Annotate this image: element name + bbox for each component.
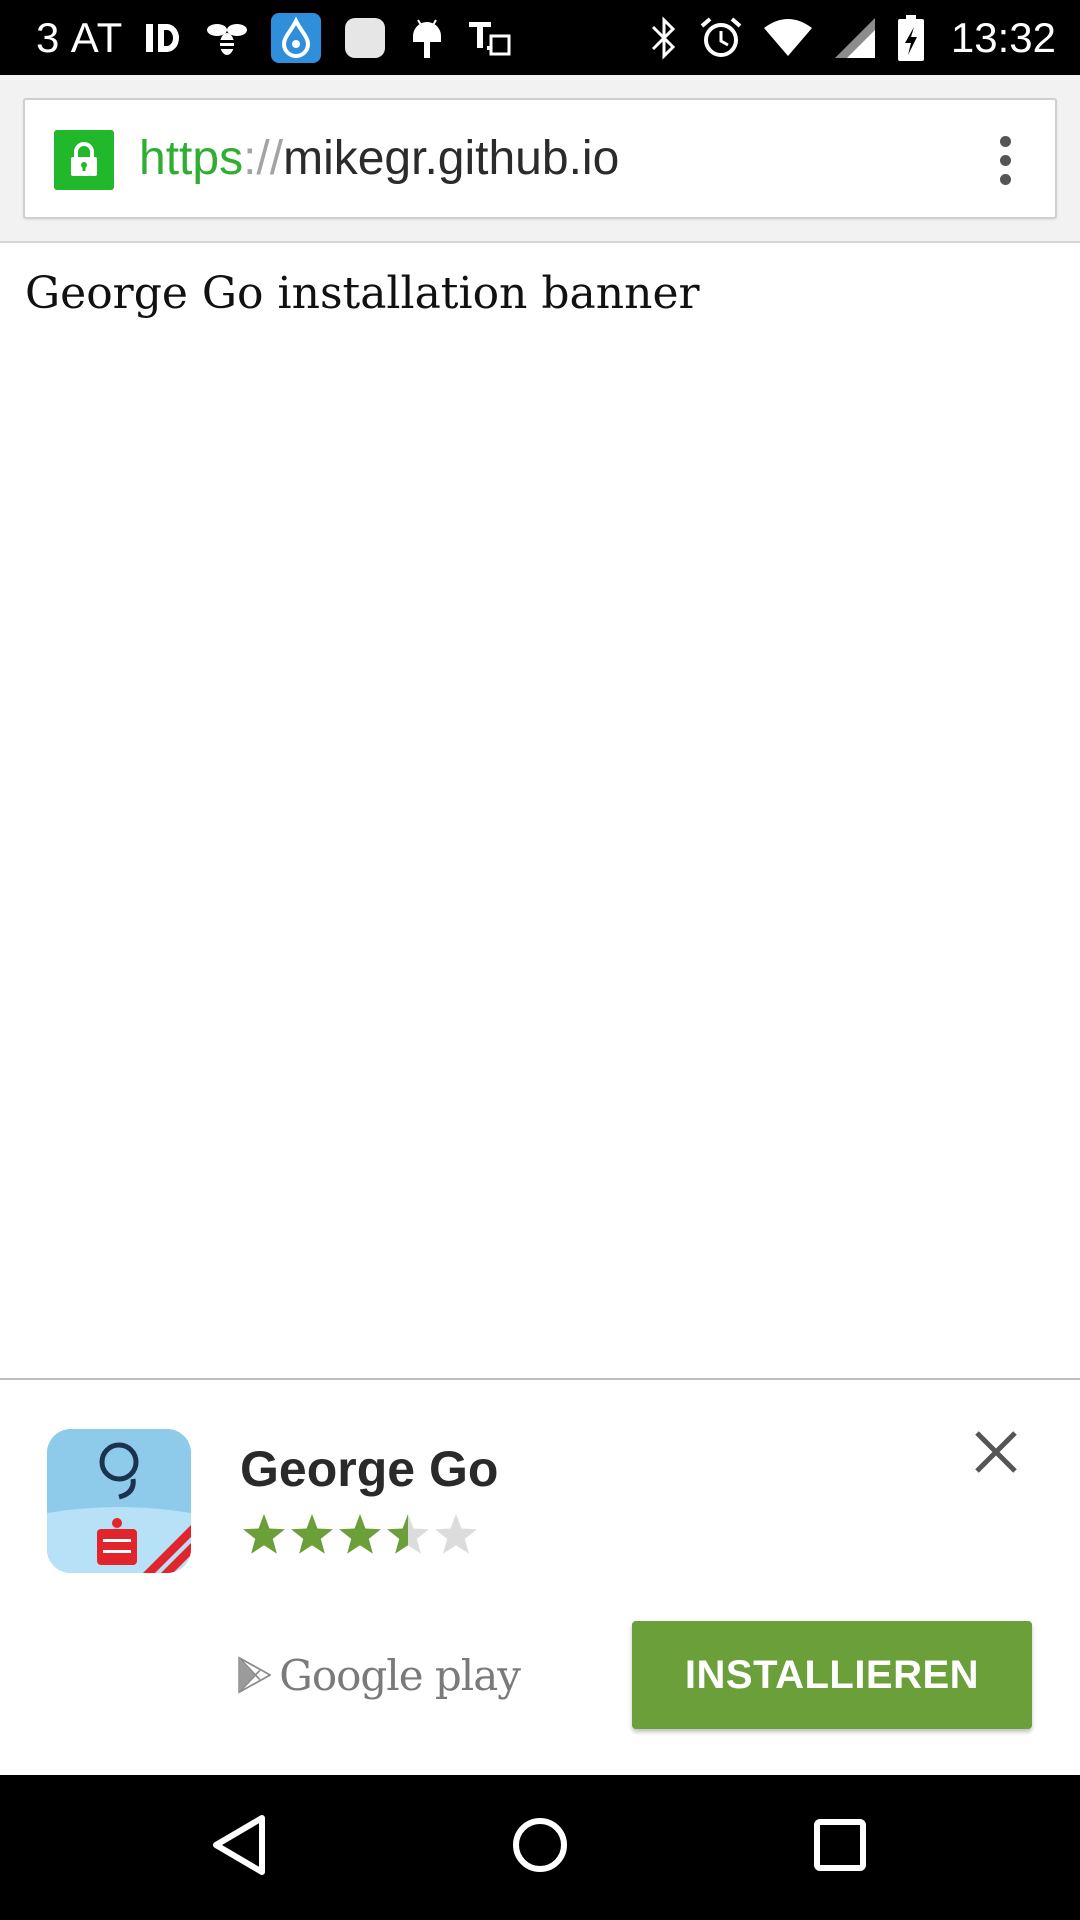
lock-icon[interactable] [54,130,114,190]
water-drop-app-icon [271,12,322,63]
status-bar-clock: 13:32 [950,13,1056,61]
app-install-banner: George Go Google play INSTALLIEREN [0,1378,1080,1775]
back-button[interactable] [190,1795,290,1895]
url-scheme: https [139,132,244,185]
signal-icon [833,16,877,60]
blank-app-icon [343,16,387,60]
google-play-icon [238,1656,272,1694]
bee-icon [205,18,249,58]
navigation-bar [0,1775,1080,1920]
browser-toolbar: https://mikegr.github.io [0,75,1080,243]
android-icon [409,16,445,60]
battery-charging-icon [897,14,925,61]
bluetooth-icon [649,15,679,61]
recents-icon [814,1819,866,1871]
star-icon [243,1514,285,1554]
close-icon [975,1431,1017,1473]
google-play-logo: Google play [238,1640,521,1710]
alarm-icon [699,16,743,60]
id-icon [145,20,183,56]
menu-dot [999,173,1011,185]
status-bar: 3 AT 13:32 [0,0,1080,75]
star-icon [435,1514,477,1554]
menu-dot [999,154,1011,166]
google-play-label: Google play [279,1650,521,1700]
back-icon [213,1815,265,1875]
recents-button[interactable] [790,1795,890,1895]
url-bar[interactable]: https://mikegr.github.io [23,98,1057,219]
carrier-label: 3 AT [36,13,124,61]
star-icon [339,1514,381,1554]
status-bar-right: 13:32 [649,0,1056,75]
star-icon [387,1514,429,1554]
url-separator: :// [243,132,284,185]
install-button[interactable]: INSTALLIEREN [632,1621,1032,1729]
app-icon [47,1429,191,1573]
close-banner-button[interactable] [964,1420,1028,1484]
app-name: George Go [240,1441,499,1497]
overflow-menu-icon[interactable] [975,124,1035,196]
status-bar-left: 3 AT [36,0,515,75]
text-selection-icon [467,16,515,60]
wifi-icon [763,18,813,58]
url-host: mikegr.github.io [283,132,620,185]
star-icon [291,1514,333,1554]
url-text[interactable]: https://mikegr.github.io [139,100,619,217]
home-button[interactable] [490,1795,590,1895]
page-title: George Go installation banner [25,268,700,319]
home-icon [513,1818,567,1872]
rating-stars [240,1510,480,1563]
menu-dot [999,135,1011,147]
